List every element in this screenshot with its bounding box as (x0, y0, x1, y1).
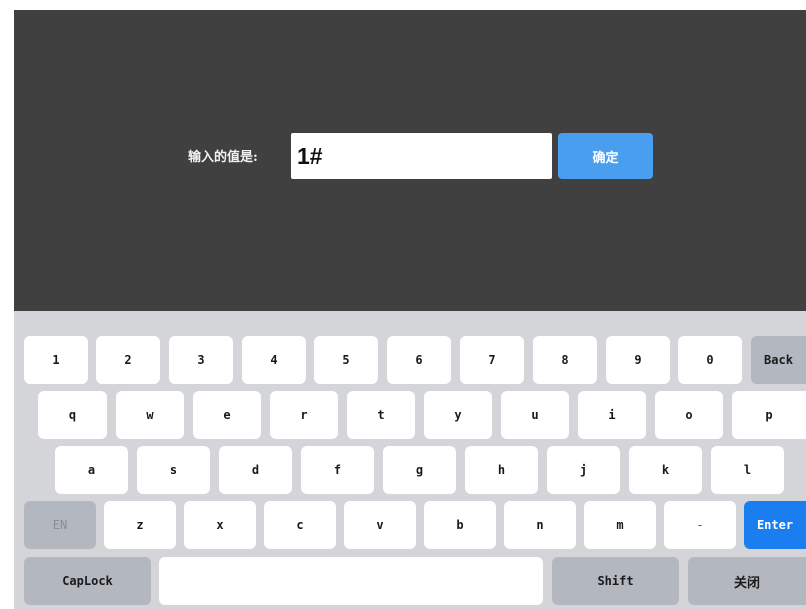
key-x[interactable]: x (184, 501, 256, 549)
shift-key[interactable]: Shift (552, 557, 679, 605)
key-u[interactable]: u (501, 391, 569, 439)
confirm-button[interactable]: 确定 (558, 133, 653, 179)
key-z[interactable]: z (104, 501, 176, 549)
key-p[interactable]: p (732, 391, 806, 439)
key-i[interactable]: i (578, 391, 646, 439)
key-m[interactable]: m (584, 501, 656, 549)
key-6[interactable]: 6 (387, 336, 451, 384)
key-w[interactable]: w (116, 391, 184, 439)
key-k[interactable]: k (629, 446, 702, 494)
key-e[interactable]: e (193, 391, 261, 439)
key-q[interactable]: q (38, 391, 107, 439)
key-o[interactable]: o (655, 391, 723, 439)
key-v[interactable]: v (344, 501, 416, 549)
key-s[interactable]: s (137, 446, 210, 494)
input-label: 输入的值是: (188, 150, 258, 165)
key-0[interactable]: 0 (678, 336, 742, 384)
key-5[interactable]: 5 (314, 336, 378, 384)
key-y[interactable]: y (424, 391, 492, 439)
key-c[interactable]: c (264, 501, 336, 549)
space-key[interactable] (159, 557, 543, 605)
key-1[interactable]: 1 (24, 336, 88, 384)
key-r[interactable]: r (270, 391, 338, 439)
key-f[interactable]: f (301, 446, 374, 494)
key-3[interactable]: 3 (169, 336, 233, 384)
key-h[interactable]: h (465, 446, 538, 494)
enter-key[interactable]: Enter (744, 501, 806, 549)
key-8[interactable]: 8 (533, 336, 597, 384)
backspace-key[interactable]: Back (751, 336, 806, 384)
key-9[interactable]: 9 (606, 336, 670, 384)
key-t[interactable]: t (347, 391, 415, 439)
key-a[interactable]: a (55, 446, 128, 494)
key-d[interactable]: d (219, 446, 292, 494)
close-keyboard-key[interactable]: 关闭 (688, 557, 806, 605)
key-n[interactable]: n (504, 501, 576, 549)
caplock-key[interactable]: CapLock (24, 557, 151, 605)
key-j[interactable]: j (547, 446, 620, 494)
key-l[interactable]: l (711, 446, 784, 494)
key-4[interactable]: 4 (242, 336, 306, 384)
language-toggle-key[interactable]: EN (24, 501, 96, 549)
key-7[interactable]: 7 (460, 336, 524, 384)
key-hyphen[interactable]: - (664, 501, 736, 549)
key-b[interactable]: b (424, 501, 496, 549)
key-2[interactable]: 2 (96, 336, 160, 384)
input-value-field[interactable]: 1# (291, 133, 552, 179)
key-g[interactable]: g (383, 446, 456, 494)
